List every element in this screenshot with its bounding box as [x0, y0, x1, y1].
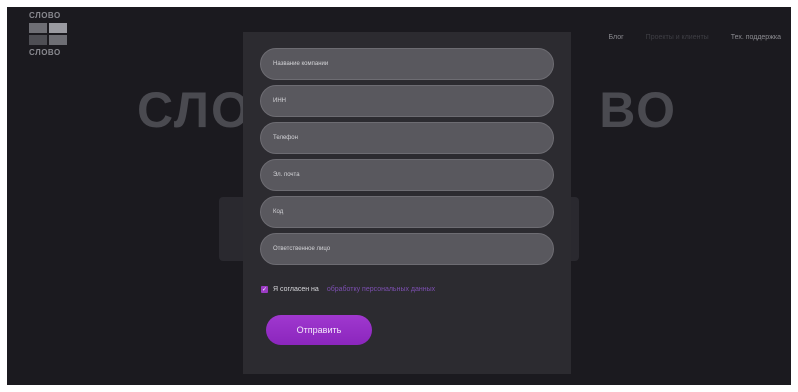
page-viewport: СЛОВО СЛОВО Блог Проекты и клиенты Тех. …: [7, 7, 791, 385]
phone-field[interactable]: Телефон: [260, 122, 554, 154]
request-form-modal: Название компании ИНН Телефон Эл. почта …: [243, 32, 571, 374]
logo-text-bottom: СЛОВО: [29, 48, 61, 57]
top-nav: Блог Проекты и клиенты Тех. поддержка: [609, 34, 781, 41]
email-field[interactable]: Эл. почта: [260, 159, 554, 191]
code-field[interactable]: Код: [260, 196, 554, 228]
nav-link-projects[interactable]: Проекты и клиенты: [646, 34, 709, 41]
submit-button[interactable]: Отправить: [266, 315, 372, 345]
privacy-policy-link[interactable]: обработку персональных данных: [327, 286, 435, 293]
consent-row: ✓ Я согласен на обработку персональных д…: [261, 286, 435, 293]
consent-checkbox[interactable]: ✓: [261, 286, 268, 293]
nav-link-blog[interactable]: Блог: [609, 34, 624, 41]
hero-title-right: ВО: [599, 82, 677, 138]
inn-field[interactable]: ИНН: [260, 85, 554, 117]
nav-link-support[interactable]: Тех. поддержка: [731, 34, 781, 41]
logo-text-top: СЛОВО: [29, 11, 61, 20]
logo-mark-icon: [29, 23, 67, 45]
logo[interactable]: СЛОВО СЛОВО: [29, 11, 69, 63]
responsible-person-field[interactable]: Ответственное лицо: [260, 233, 554, 265]
company-name-field[interactable]: Название компании: [260, 48, 554, 80]
hero-title-left: СЛО: [137, 82, 252, 138]
consent-text: Я согласен на: [273, 286, 319, 293]
